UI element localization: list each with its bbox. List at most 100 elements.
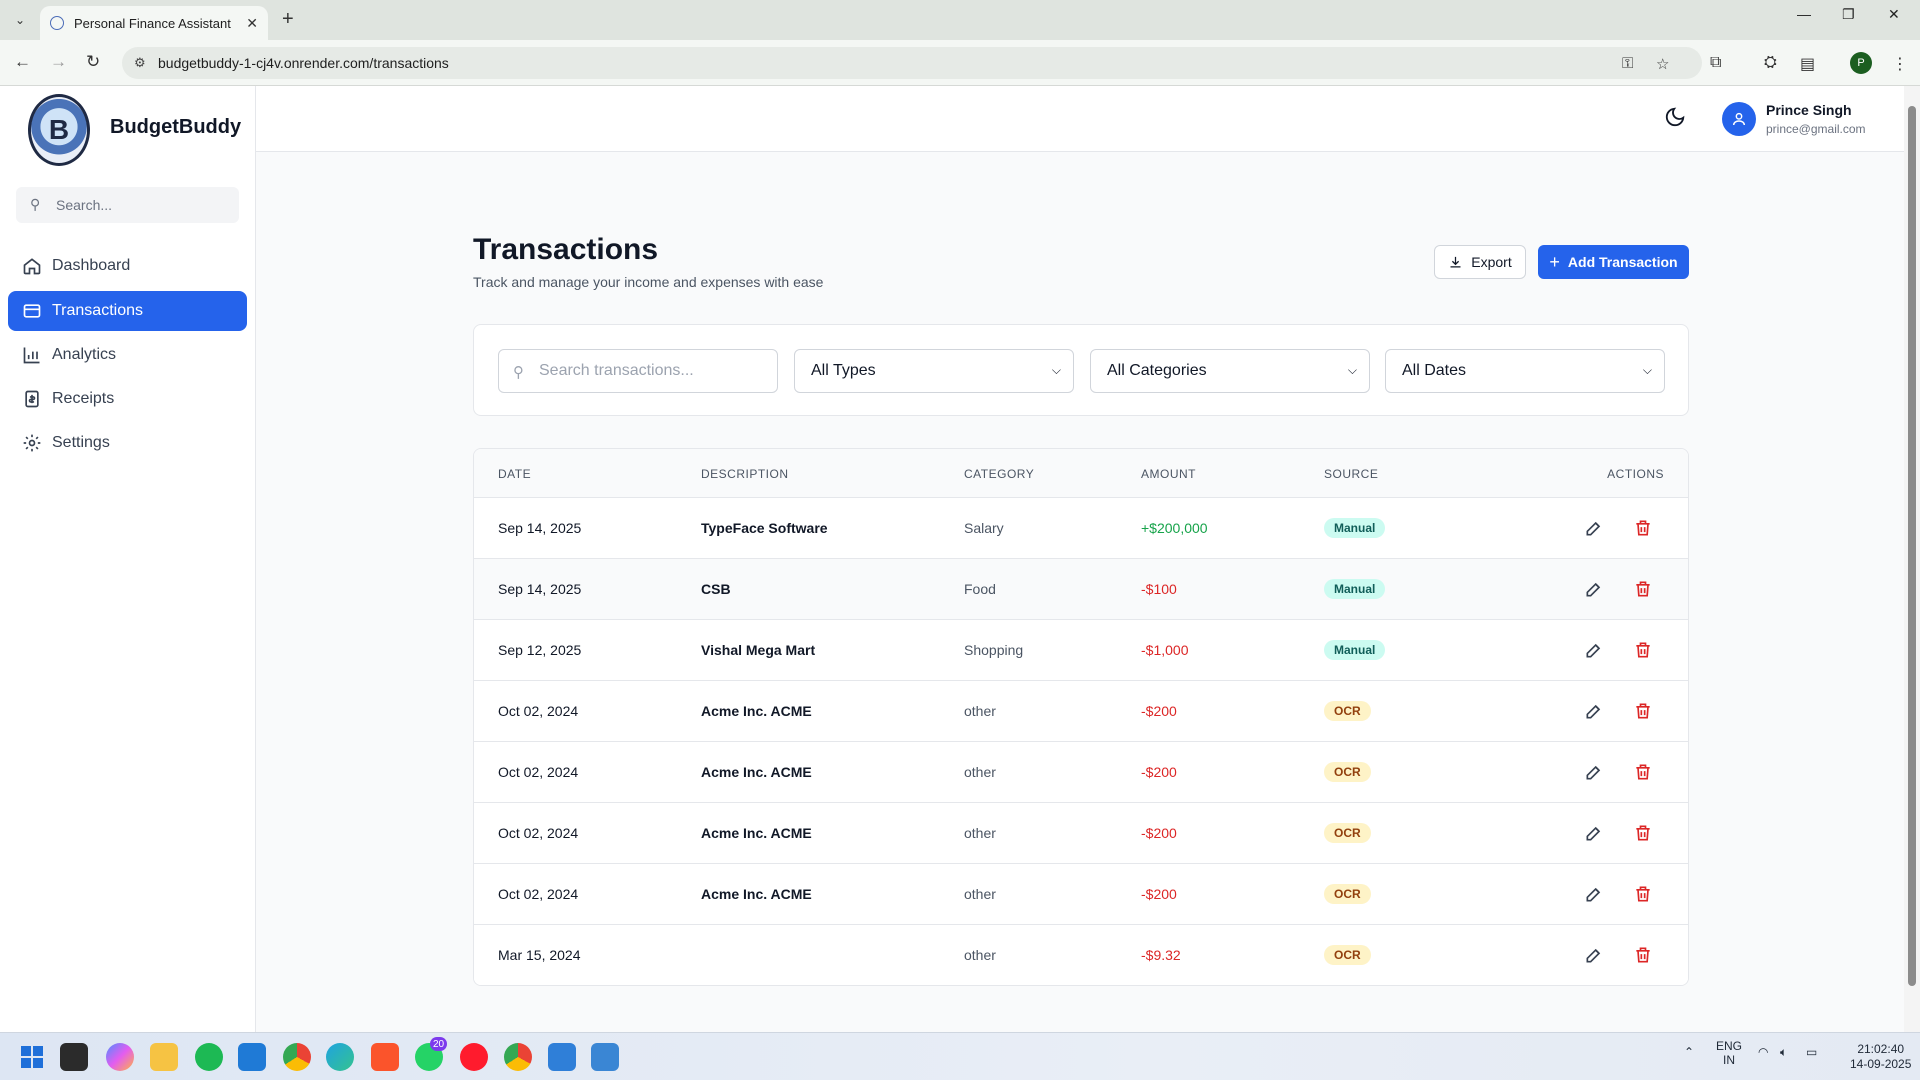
opera-icon[interactable] xyxy=(460,1043,488,1071)
page-title: Transactions xyxy=(473,233,659,266)
incognito-icon[interactable]: ⛭ xyxy=(1764,54,1777,72)
row-amount: -$200 xyxy=(1141,825,1177,841)
delete-icon[interactable] xyxy=(1633,701,1653,721)
url-bar[interactable]: ⚙ budgetbuddy-1-cj4v.onrender.com/transa… xyxy=(122,47,1702,79)
row-description: Acme Inc. ACME xyxy=(701,886,812,902)
delete-icon[interactable] xyxy=(1633,579,1653,599)
user-icon xyxy=(1732,112,1746,126)
dark-mode-toggle-icon[interactable] xyxy=(1664,106,1686,128)
row-date: Oct 02, 2024 xyxy=(498,703,579,719)
source-badge: OCR xyxy=(1324,823,1371,843)
sidebar-item-receipts[interactable]: Receipts xyxy=(8,379,247,419)
windows-logo-icon xyxy=(21,1046,43,1068)
system-clock[interactable]: 21:02:40 14-09-2025 xyxy=(1850,1042,1911,1072)
source-badge: Manual xyxy=(1324,640,1386,660)
transaction-search-input[interactable]: ⚲ Search transactions... xyxy=(498,349,778,393)
delete-icon[interactable] xyxy=(1633,884,1653,904)
scrollbar-thumb[interactable] xyxy=(1908,106,1916,986)
delete-icon[interactable] xyxy=(1633,823,1653,843)
sidebar-item-label: Receipts xyxy=(52,390,115,407)
browser-menu-icon[interactable]: ⋮ xyxy=(1892,54,1908,74)
wifi-icon[interactable]: ◠ xyxy=(1758,1045,1768,1059)
tab-title: Personal Finance Assistant xyxy=(74,15,231,31)
folder-icon[interactable] xyxy=(150,1043,178,1071)
restore-button[interactable]: ❐ xyxy=(1842,6,1855,23)
battery-icon[interactable]: ▭ xyxy=(1806,1045,1817,1059)
chrome-icon[interactable] xyxy=(283,1043,311,1071)
notepad-icon[interactable] xyxy=(591,1043,619,1071)
windows-start-icon[interactable] xyxy=(18,1043,46,1071)
edit-icon[interactable] xyxy=(1584,884,1604,904)
chrome-profile-icon[interactable] xyxy=(504,1043,532,1071)
type-filter-select[interactable]: All Types ⌵ xyxy=(794,349,1074,393)
edit-icon[interactable] xyxy=(1584,518,1604,538)
user-avatar[interactable] xyxy=(1722,102,1756,136)
date-filter-select[interactable]: All Dates ⌵ xyxy=(1385,349,1665,393)
source-badge: Manual xyxy=(1324,579,1386,599)
edit-icon[interactable] xyxy=(1584,640,1604,660)
whatsapp-unread-badge: 20 xyxy=(430,1037,448,1051)
bar-chart-icon xyxy=(23,347,40,364)
edit-icon[interactable] xyxy=(1584,945,1604,965)
search-icon: ⚲ xyxy=(513,364,524,381)
row-description: Acme Inc. ACME xyxy=(701,703,812,719)
category-filter-select[interactable]: All Categories ⌵ xyxy=(1090,349,1370,393)
row-amount: -$200 xyxy=(1141,886,1177,902)
sidebar-item-label: Analytics xyxy=(52,346,117,363)
row-date: Oct 02, 2024 xyxy=(498,764,579,780)
date-filter-value: All Dates xyxy=(1402,362,1467,379)
password-key-icon[interactable]: ⚿ xyxy=(1622,55,1633,72)
row-date: Oct 02, 2024 xyxy=(498,825,579,841)
category-filter-value: All Categories xyxy=(1107,362,1207,379)
delete-icon[interactable] xyxy=(1633,762,1653,782)
edit-icon[interactable] xyxy=(1584,762,1604,782)
sidebar-item-settings[interactable]: Settings xyxy=(8,423,247,463)
vscode-icon[interactable] xyxy=(238,1043,266,1071)
brave-icon[interactable] xyxy=(371,1043,399,1071)
edit-icon[interactable] xyxy=(1584,579,1604,599)
add-transaction-button[interactable]: + Add Transaction xyxy=(1538,245,1689,279)
spotify-icon[interactable] xyxy=(195,1043,223,1071)
sidebar-search-input[interactable]: ⚲ Search... xyxy=(16,187,239,223)
reload-button[interactable]: ↻ xyxy=(86,52,100,72)
sidebar-item-dashboard[interactable]: Dashboard xyxy=(8,246,247,286)
edit-icon[interactable] xyxy=(1584,701,1604,721)
file-explorer-dark-icon[interactable] xyxy=(60,1043,88,1071)
tray-overflow-icon[interactable]: ⌃ xyxy=(1684,1045,1694,1059)
delete-icon[interactable] xyxy=(1633,640,1653,660)
reading-list-icon[interactable]: ▤ xyxy=(1800,54,1815,74)
edge-icon[interactable] xyxy=(326,1043,354,1071)
tab-close-icon[interactable]: ✕ xyxy=(246,15,258,32)
copilot-icon[interactable] xyxy=(106,1043,134,1071)
source-badge: OCR xyxy=(1324,945,1371,965)
sidebar-item-analytics[interactable]: Analytics xyxy=(8,335,247,375)
browser-profile-avatar[interactable]: P xyxy=(1850,52,1872,74)
clock-time: 21:02:40 xyxy=(1857,1042,1905,1056)
site-info-icon[interactable]: ⚙ xyxy=(134,55,146,71)
delete-icon[interactable] xyxy=(1633,945,1653,965)
back-button[interactable]: ← xyxy=(14,52,31,72)
volume-icon[interactable]: 🔈︎ xyxy=(1780,1045,1787,1060)
extensions-icon[interactable]: ⧉ xyxy=(1710,54,1721,72)
forward-button[interactable]: → xyxy=(50,52,67,72)
language-indicator[interactable]: ENG IN xyxy=(1716,1039,1742,1067)
bookmark-star-icon[interactable]: ☆ xyxy=(1656,55,1669,73)
sidebar-item-label: Settings xyxy=(52,434,110,451)
page-scrollbar[interactable] xyxy=(1904,86,1920,1032)
edit-icon[interactable] xyxy=(1584,823,1604,843)
delete-icon[interactable] xyxy=(1633,518,1653,538)
sidebar-item-label: Dashboard xyxy=(52,257,131,274)
paint-icon[interactable] xyxy=(548,1043,576,1071)
tab-search-button[interactable]: ⌄ xyxy=(8,8,32,32)
export-button[interactable]: Export xyxy=(1434,245,1526,279)
row-description: Acme Inc. ACME xyxy=(701,825,812,841)
browser-tab[interactable]: Personal Finance Assistant ✕ xyxy=(40,6,268,40)
chevron-down-icon: ⌵ xyxy=(1051,363,1061,377)
table-row: Sep 14, 2025 TypeFace Software Salary +$200… xyxy=(474,498,1688,559)
window-close-button[interactable]: ✕ xyxy=(1888,6,1900,23)
address-bar-row: ← → ↻ ⚙ budgetbuddy-1-cj4v.onrender.com/… xyxy=(0,40,1920,86)
sidebar-item-transactions[interactable]: Transactions xyxy=(8,291,247,331)
new-tab-button[interactable]: + xyxy=(282,8,294,31)
source-badge: OCR xyxy=(1324,884,1371,904)
minimize-button[interactable]: — xyxy=(1797,6,1811,22)
